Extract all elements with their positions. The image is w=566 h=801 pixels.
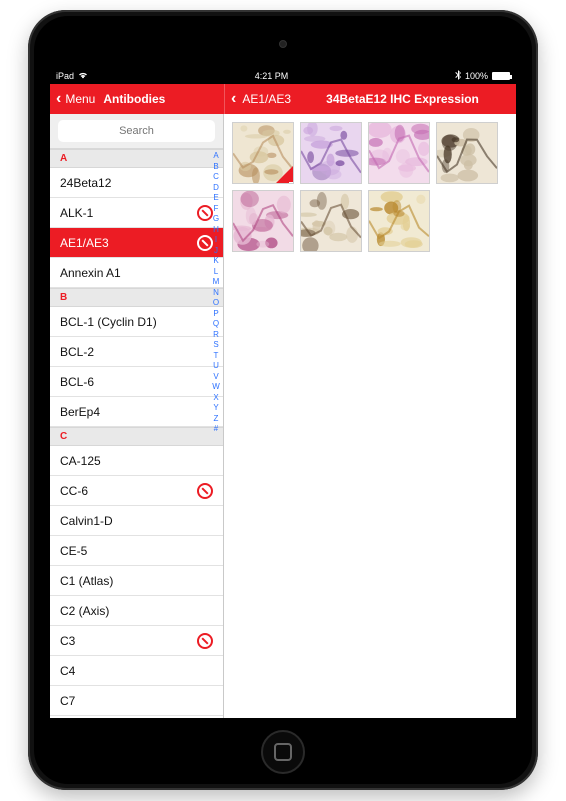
bluetooth-icon: [455, 70, 461, 82]
index-letter[interactable]: E: [211, 194, 221, 202]
index-letter[interactable]: N: [211, 289, 221, 297]
list-item[interactable]: BCL-2: [50, 337, 223, 367]
list-item-label: AE1/AE3: [60, 236, 109, 250]
detail-back-button[interactable]: AE1/AE3: [242, 92, 291, 106]
index-letter[interactable]: C: [211, 173, 221, 181]
master-nav: ‹ Menu Antibodies: [50, 84, 224, 114]
list-item-label: CE-5: [60, 544, 87, 558]
index-letter[interactable]: Z: [211, 415, 221, 423]
wifi-icon: [78, 71, 88, 81]
index-letter[interactable]: D: [211, 184, 221, 192]
section-header: B: [50, 288, 223, 307]
list-item-label: BerEp4: [60, 405, 100, 419]
list-item[interactable]: CC-6: [50, 476, 223, 506]
list-item-label: Calvin1-D: [60, 514, 113, 528]
back-button[interactable]: Menu: [65, 92, 95, 106]
list-item[interactable]: 24Beta12: [50, 168, 223, 198]
list-item-label: C3: [60, 634, 75, 648]
list-item-label: BCL-1 (Cyclin D1): [60, 315, 157, 329]
battery-icon: [492, 72, 510, 80]
list-item-label: BCL-2: [60, 345, 94, 359]
image-thumbnail[interactable]: [436, 122, 498, 184]
index-letter[interactable]: M: [211, 278, 221, 286]
list-item[interactable]: C1 (Atlas): [50, 566, 223, 596]
list-item[interactable]: BCL-6: [50, 367, 223, 397]
index-letter[interactable]: B: [211, 163, 221, 171]
list-item-label: C4: [60, 664, 75, 678]
index-letter[interactable]: F: [211, 205, 221, 213]
list-item[interactable]: C4: [50, 656, 223, 686]
list-item[interactable]: C2 (Axis): [50, 596, 223, 626]
list-item[interactable]: AE1/AE3: [50, 228, 223, 258]
list-item-label: ALK-1: [60, 206, 93, 220]
index-letter[interactable]: S: [211, 341, 221, 349]
index-letter[interactable]: U: [211, 362, 221, 370]
list-item[interactable]: ALK-1: [50, 198, 223, 228]
list-item-label: CA-125: [60, 454, 101, 468]
index-letter[interactable]: Y: [211, 404, 221, 412]
search-input[interactable]: [58, 120, 215, 142]
index-letter[interactable]: #: [211, 425, 221, 433]
battery-pct: 100%: [465, 71, 488, 81]
screen: iPad 4:21 PM 100% ‹ Menu Antibodies: [50, 68, 516, 718]
list-item-label: C1 (Atlas): [60, 574, 113, 588]
status-bar: iPad 4:21 PM 100%: [50, 68, 516, 84]
image-thumbnail[interactable]: [232, 190, 294, 252]
index-letter[interactable]: I: [211, 236, 221, 244]
index-letter[interactable]: H: [211, 226, 221, 234]
image-thumbnail[interactable]: [232, 122, 294, 184]
list-item[interactable]: BerEp4: [50, 397, 223, 427]
index-letter[interactable]: G: [211, 215, 221, 223]
list-item-label: Annexin A1: [60, 266, 121, 280]
image-thumbnail[interactable]: [300, 190, 362, 252]
back-icon[interactable]: ‹: [56, 91, 61, 107]
list-item[interactable]: BCL-1 (Cyclin D1): [50, 307, 223, 337]
list-item[interactable]: CL-1: [50, 716, 223, 718]
list-item[interactable]: C7: [50, 686, 223, 716]
index-letter[interactable]: J: [211, 247, 221, 255]
search-wrap: [50, 114, 223, 149]
alpha-index[interactable]: ABCDEFGHIJKLMNOPQRSTUVWXYZ #: [211, 150, 221, 714]
ipad-frame: iPad 4:21 PM 100% ‹ Menu Antibodies: [28, 10, 538, 790]
index-letter[interactable]: A: [211, 152, 221, 160]
detail-nav: ‹ AE1/AE3 34BetaE12 IHC Expression: [224, 84, 516, 114]
nav-bar: ‹ Menu Antibodies ‹ AE1/AE3 34BetaE12 IH…: [50, 84, 516, 114]
list-item[interactable]: Annexin A1: [50, 258, 223, 288]
image-thumbnail[interactable]: [300, 122, 362, 184]
index-letter[interactable]: R: [211, 331, 221, 339]
image-thumbnail[interactable]: [368, 190, 430, 252]
list-item-label: BCL-6: [60, 375, 94, 389]
index-letter[interactable]: X: [211, 394, 221, 402]
detail-pane: [224, 114, 516, 718]
master-title: Antibodies: [103, 92, 165, 106]
section-header: A: [50, 149, 223, 168]
thumbnail-grid: [232, 122, 508, 252]
list-item-label: C7: [60, 694, 75, 708]
detail-title: 34BetaE12 IHC Expression: [295, 92, 510, 106]
index-letter[interactable]: Q: [211, 320, 221, 328]
carrier-label: iPad: [56, 71, 74, 81]
back-icon[interactable]: ‹: [231, 91, 236, 107]
list-item[interactable]: Calvin1-D: [50, 506, 223, 536]
list-item-label: CC-6: [60, 484, 88, 498]
index-letter[interactable]: T: [211, 352, 221, 360]
section-header: C: [50, 427, 223, 446]
index-letter[interactable]: K: [211, 257, 221, 265]
home-button[interactable]: [261, 730, 305, 774]
list-scroll[interactable]: A 24Beta12 ALK-1 AE1/AE3 Annexin A1 B BCL-1 (C…: [50, 149, 223, 718]
list-item[interactable]: CE-5: [50, 536, 223, 566]
list-item[interactable]: C3: [50, 626, 223, 656]
index-letter[interactable]: L: [211, 268, 221, 276]
index-letter[interactable]: P: [211, 310, 221, 318]
index-letter[interactable]: V: [211, 373, 221, 381]
clock: 4:21 PM: [255, 71, 289, 81]
index-letter[interactable]: W: [211, 383, 221, 391]
image-thumbnail[interactable]: [368, 122, 430, 184]
list-item-label: 24Beta12: [60, 176, 111, 190]
list-item[interactable]: CA-125: [50, 446, 223, 476]
index-letter[interactable]: O: [211, 299, 221, 307]
antibody-list: A 24Beta12 ALK-1 AE1/AE3 Annexin A1 B BCL-1 (C…: [50, 114, 224, 718]
list-item-label: C2 (Axis): [60, 604, 109, 618]
camera-dot: [279, 40, 287, 48]
